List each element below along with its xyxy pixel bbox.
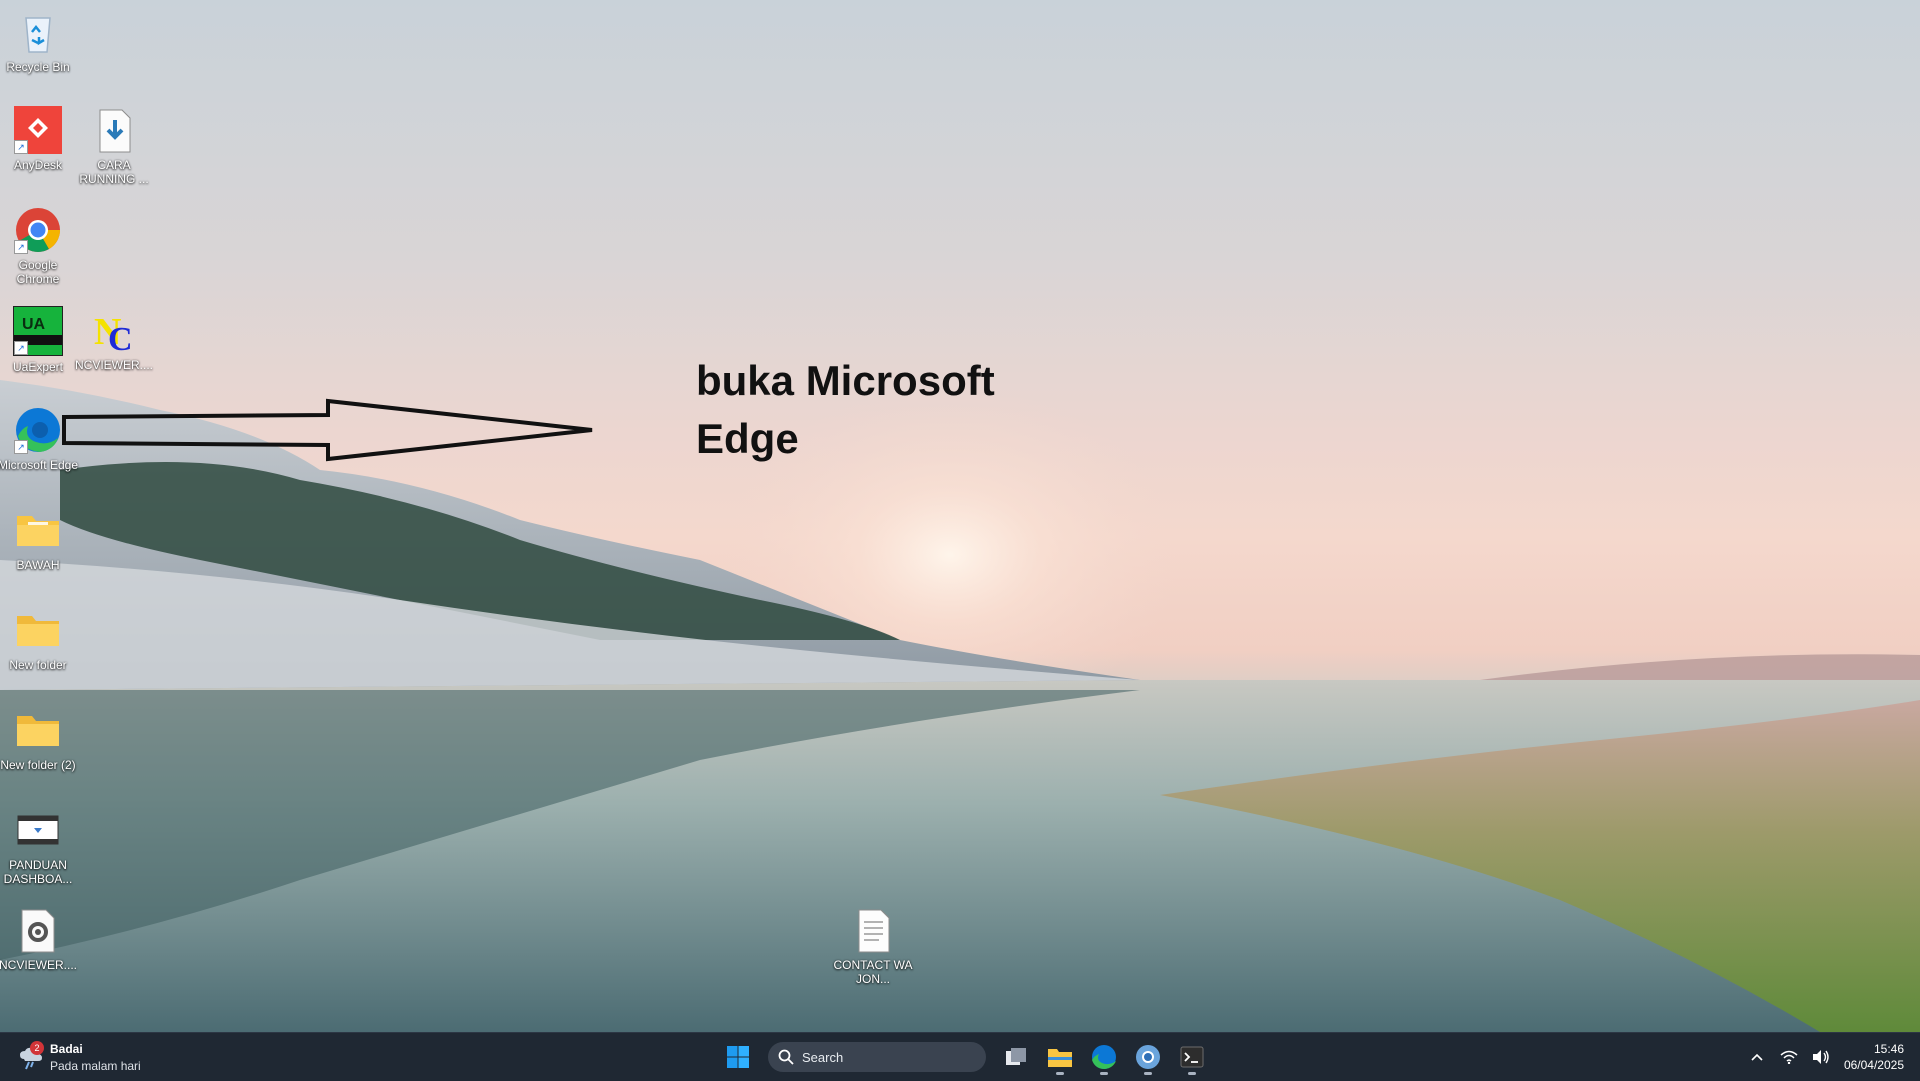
desktop-icon-label: NCVIEWER.... [0,958,77,972]
annotation-arrow [62,398,593,462]
taskbar-search[interactable]: Search [768,1042,986,1072]
search-placeholder: Search [802,1049,844,1065]
volume-icon[interactable] [1812,1048,1830,1066]
chevron-up-icon[interactable] [1748,1048,1766,1066]
start-button[interactable] [720,1039,756,1075]
shortcut-arrow-icon: ↗ [14,240,28,254]
desktop-icon-label: CONTACT WA JON... [833,958,913,986]
recycle-bin-icon [14,8,62,56]
file-explorer-icon [1048,1049,1072,1067]
notification-badge: 2 [30,1041,44,1055]
svg-text:C: C [108,321,133,354]
running-indicator [1100,1072,1108,1075]
file-explorer-button[interactable] [1042,1039,1078,1075]
desktop-icon-label: UaExpert [12,360,64,374]
chromium-app-button[interactable] [1130,1039,1166,1075]
desktop-icon-label: BAWAH [16,558,60,572]
desktop-icon-ncviewer-app[interactable]: NC NCVIEWER.... [72,306,156,372]
wifi-icon[interactable] [1780,1048,1798,1066]
desktop-icon-new-folder[interactable]: New folder [0,606,80,672]
taskbar: 2 Badai Pada malam hari Search 15:46 06/… [0,1032,1920,1081]
wallpaper-landscape [0,380,1920,1032]
shortcut-arrow-icon: ↗ [14,341,28,355]
anydesk-icon: ↗ [14,106,62,154]
video-file-icon [14,806,62,854]
annotation-line-1: buka Microsoft [696,357,995,404]
annotation-line-2: Edge [696,415,799,462]
desktop-icon-new-folder-2[interactable]: New folder (2) [0,706,80,772]
ncviewer-logo-icon: NC [90,306,138,358]
windows-logo-icon [727,1046,749,1068]
chrome-icon: ↗ [14,206,62,254]
download-document-icon [90,106,138,154]
desktop-icon-label: Recycle Bin [6,60,70,74]
desktop-icon-uaexpert[interactable]: UA ↗ UaExpert [0,306,80,374]
terminal-icon [1180,1046,1204,1068]
terminal-button[interactable] [1174,1039,1210,1075]
task-view-icon [1006,1048,1026,1065]
edge-taskbar-button[interactable] [1086,1039,1122,1075]
weather-title: Badai [50,1042,83,1056]
search-icon [778,1049,794,1065]
desktop-icon-google-chrome[interactable]: ↗ Google Chrome [0,206,80,286]
desktop-icon-label: CARA RUNNING ... [79,158,149,186]
shortcut-arrow-icon: ↗ [14,440,28,454]
running-indicator [1188,1072,1196,1075]
desktop-icon-cara-running[interactable]: CARA RUNNING ... [72,106,156,186]
folder-icon [14,506,62,554]
annotation-text: buka Microsoft Edge [696,352,1056,468]
desktop-icon-ncviewer-setting[interactable]: NCVIEWER.... [0,906,80,972]
desktop-icon-recycle-bin[interactable]: Recycle Bin [0,8,80,74]
shortcut-arrow-icon: ↗ [14,140,28,154]
text-document-icon [849,906,897,954]
chromium-icon [1136,1045,1160,1069]
svg-text:UA: UA [22,316,46,333]
desktop-icon-label: New folder (2) [0,758,76,772]
desktop-icon-bawah[interactable]: BAWAH [0,506,80,572]
settings-file-icon [14,906,62,954]
clock-date: 06/04/2025 [1843,1058,1904,1072]
desktop-icon-anydesk[interactable]: ↗ AnyDesk [0,106,80,172]
desktop-icon-label: PANDUAN DASHBOA... [3,858,73,886]
clock[interactable]: 15:46 06/04/2025 [1844,1041,1904,1073]
desktop-icon-label: Google Chrome [16,258,60,286]
edge-icon: ↗ [14,406,62,454]
system-tray: 15:46 06/04/2025 [1748,1039,1904,1075]
clock-time: 15:46 [1873,1042,1904,1056]
running-indicator [1144,1072,1152,1075]
uaexpert-icon: UA ↗ [13,306,63,356]
taskbar-center: Search [720,1039,1210,1075]
desktop-icon-panduan[interactable]: PANDUAN DASHBOA... [0,806,80,886]
task-view-button[interactable] [998,1039,1034,1075]
folder-icon [14,606,62,654]
desktop-wallpaper [0,0,1920,1032]
weather-subtitle: Pada malam hari [50,1059,141,1073]
desktop-icon-contact[interactable]: CONTACT WA JON... [831,906,915,986]
desktop-icon-label: AnyDesk [13,158,63,172]
edge-icon [1092,1045,1116,1069]
desktop-icon-label: NCVIEWER.... [74,358,153,372]
folder-icon [14,706,62,754]
desktop-icon-label: New folder [9,658,67,672]
running-indicator [1056,1072,1064,1075]
